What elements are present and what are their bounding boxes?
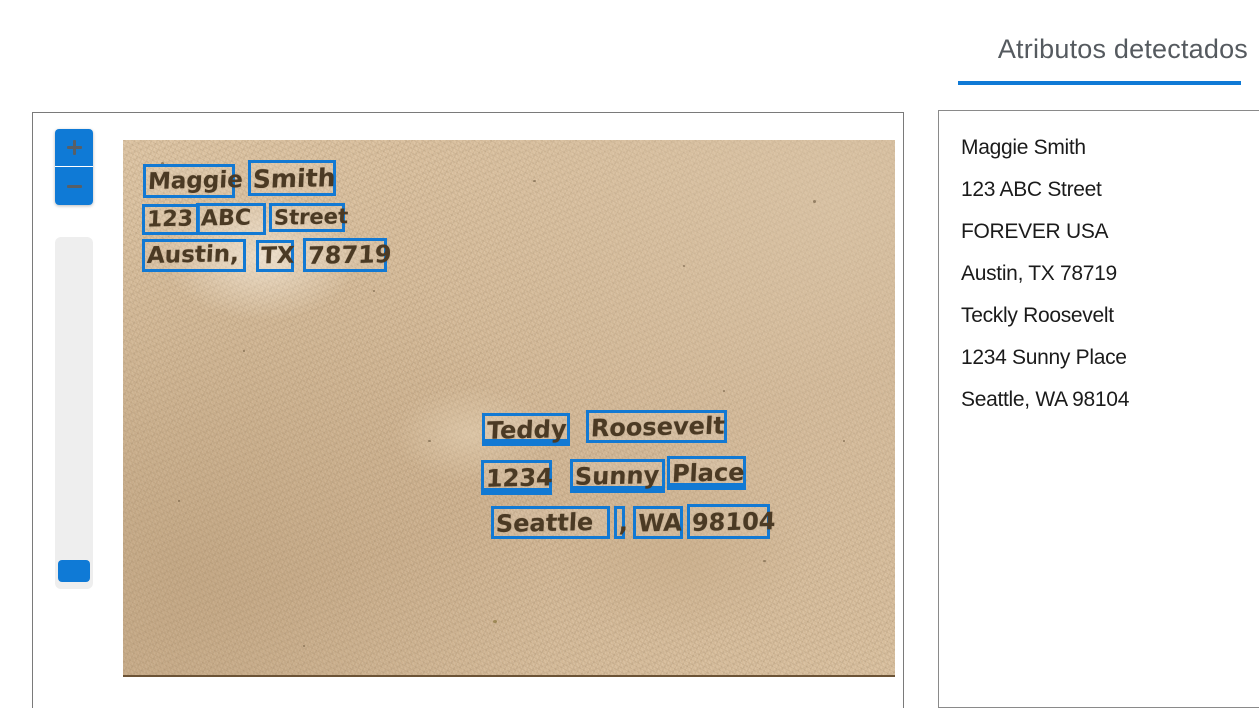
attributes-heading: Atributos detectados [997, 34, 1248, 64]
ocr-detection-box[interactable] [481, 460, 552, 495]
ocr-detection-box[interactable] [633, 506, 683, 539]
ocr-detection-box[interactable] [570, 459, 665, 493]
ocr-detection-box[interactable] [667, 456, 746, 490]
zoom-in-button[interactable] [55, 129, 93, 167]
ocr-detection-box[interactable] [256, 240, 294, 272]
ocr-detection-box[interactable] [196, 203, 266, 235]
ocr-detection-box[interactable] [614, 506, 625, 539]
attributes-panel: Maggie Smith 123 ABC Street FOREVER USA Aus… [938, 110, 1259, 708]
attribute-item[interactable]: 123 ABC Street [961, 169, 1251, 211]
attribute-item[interactable]: Seattle, WA 98104 [961, 379, 1251, 421]
attributes-heading-underline [958, 81, 1241, 85]
ocr-detection-box[interactable] [142, 239, 246, 272]
attribute-item[interactable]: Teckly Roosevelt [961, 295, 1251, 337]
ocr-detection-box[interactable] [482, 413, 570, 446]
ocr-detection-box[interactable] [303, 238, 387, 272]
zoom-button-group [55, 129, 93, 205]
zoom-slider-thumb[interactable] [58, 560, 90, 582]
attribute-item[interactable]: 1234 Sunny Place [961, 337, 1251, 379]
attribute-item[interactable]: Maggie Smith [961, 127, 1251, 169]
ocr-detection-box[interactable] [687, 504, 770, 539]
ocr-detection-box[interactable] [142, 204, 200, 235]
attribute-item[interactable]: FOREVER USA [961, 211, 1251, 253]
attribute-item[interactable]: Austin, TX 78719 [961, 253, 1251, 295]
attributes-list: Maggie Smith 123 ABC Street FOREVER USA Aus… [961, 127, 1251, 421]
ocr-detection-box[interactable] [491, 506, 610, 539]
minus-icon [66, 179, 82, 194]
ocr-detection-box[interactable] [269, 203, 345, 232]
ocr-detection-box[interactable] [143, 164, 235, 198]
app-root: Maggie Smith 123 ABC Street Austin, TX 78719 Ted… [0, 0, 1259, 708]
ocr-detection-box[interactable] [248, 160, 336, 196]
zoom-out-button[interactable] [55, 167, 93, 205]
zoom-slider-track[interactable] [55, 237, 93, 589]
plus-icon [66, 140, 82, 155]
ocr-detection-box[interactable] [586, 410, 727, 443]
envelope-image-container[interactable]: Maggie Smith 123 ABC Street Austin, TX 78719 Ted… [123, 140, 895, 677]
